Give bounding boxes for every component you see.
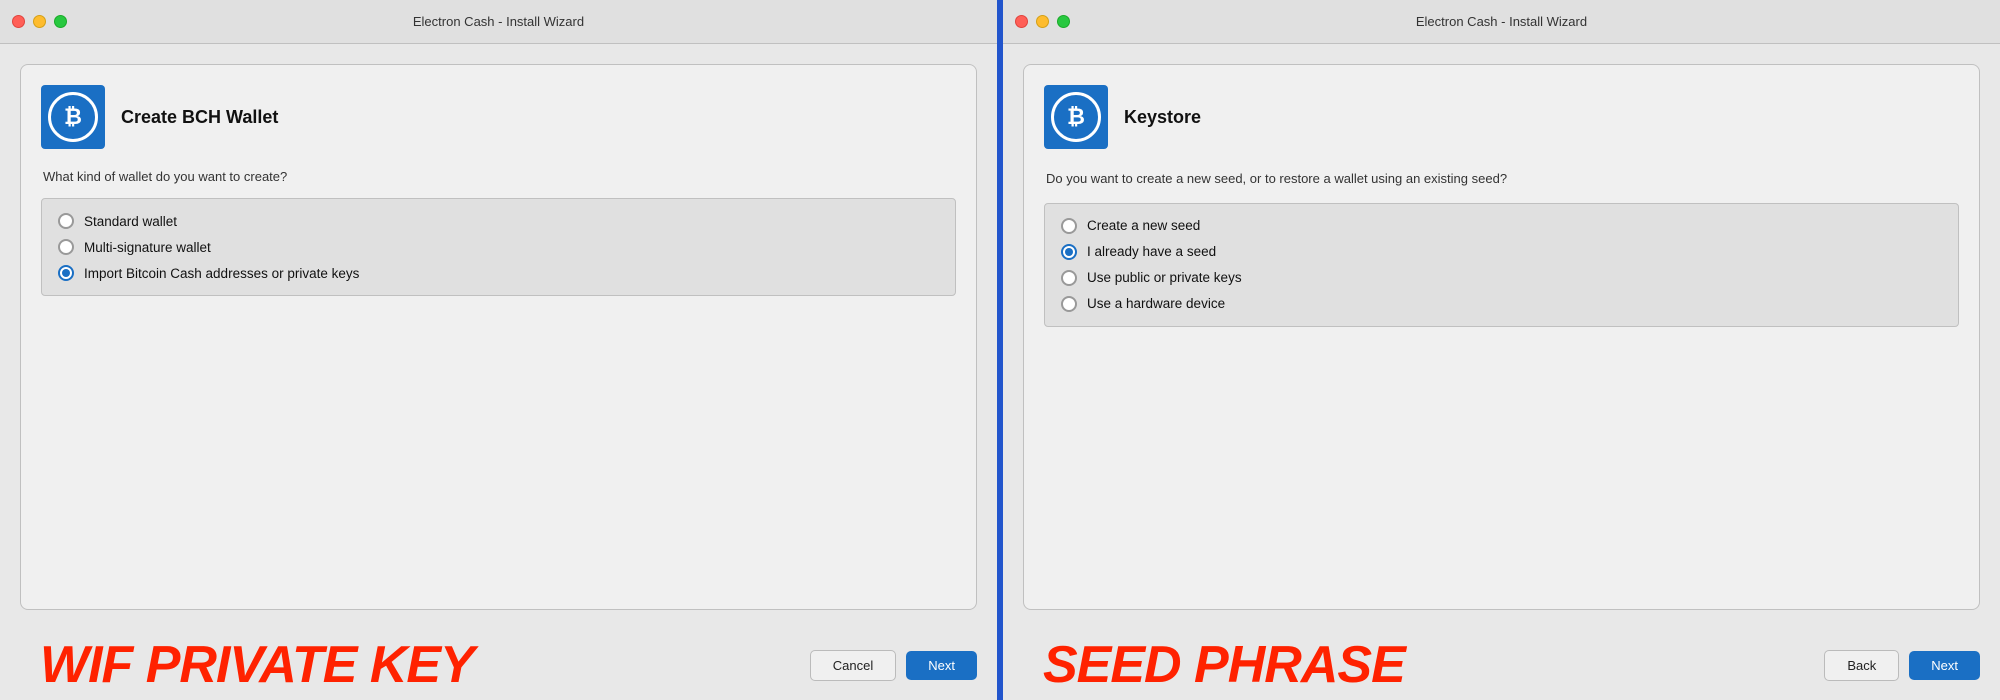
left-title-bar: Electron Cash - Install Wizard xyxy=(0,0,997,44)
right-question: Do you want to create a new seed, or to … xyxy=(1044,169,1564,189)
right-minimize-button[interactable] xyxy=(1036,15,1049,28)
left-dialog: ₿ Create BCH Wallet What kind of wallet … xyxy=(20,64,977,610)
right-label-area: SEED PHRASE xyxy=(1023,639,1814,691)
left-option-standard[interactable]: Standard wallet xyxy=(58,213,939,229)
left-dialog-header: ₿ Create BCH Wallet xyxy=(41,85,956,149)
left-options-box: Standard wallet Multi-signature wallet I… xyxy=(41,198,956,296)
left-next-button[interactable]: Next xyxy=(906,651,977,680)
right-radio-have-seed[interactable] xyxy=(1061,244,1077,260)
right-option-public-private[interactable]: Use public or private keys xyxy=(1061,270,1942,286)
right-bitcoin-symbol: ₿ xyxy=(1051,92,1101,142)
left-panel: Electron Cash - Install Wizard ₿ Create … xyxy=(0,0,997,700)
left-window-title: Electron Cash - Install Wizard xyxy=(413,14,584,29)
left-bitcoin-logo: ₿ xyxy=(41,85,105,149)
right-panel: Electron Cash - Install Wizard ₿ Keystor… xyxy=(1003,0,2000,700)
left-content: ₿ Create BCH Wallet What kind of wallet … xyxy=(0,44,997,630)
left-radio-standard[interactable] xyxy=(58,213,74,229)
right-content: ₿ Keystore Do you want to create a new s… xyxy=(1003,44,2000,630)
left-minimize-button[interactable] xyxy=(33,15,46,28)
right-dialog-header: ₿ Keystore xyxy=(1044,85,1959,149)
right-option-new-seed[interactable]: Create a new seed xyxy=(1061,218,1942,234)
right-radio-new-seed[interactable] xyxy=(1061,218,1077,234)
right-maximize-button[interactable] xyxy=(1057,15,1070,28)
left-maximize-button[interactable] xyxy=(54,15,67,28)
right-bitcoin-logo: ₿ xyxy=(1044,85,1108,149)
right-bottom-label: SEED PHRASE xyxy=(1043,636,1405,694)
left-dialog-title: Create BCH Wallet xyxy=(121,107,278,128)
left-radio-import[interactable] xyxy=(58,265,74,281)
left-option-multisig[interactable]: Multi-signature wallet xyxy=(58,239,939,255)
left-bitcoin-symbol: ₿ xyxy=(48,92,98,142)
right-dialog-title: Keystore xyxy=(1124,107,1201,128)
left-option-import[interactable]: Import Bitcoin Cash addresses or private… xyxy=(58,265,939,281)
left-traffic-lights xyxy=(12,15,67,28)
right-options-box: Create a new seed I already have a seed … xyxy=(1044,203,1959,327)
left-question: What kind of wallet do you want to creat… xyxy=(41,169,956,184)
left-bottom-bar: WIF PRIVATE KEY Cancel Next xyxy=(0,630,997,700)
left-cancel-button[interactable]: Cancel xyxy=(810,650,896,681)
left-label-area: WIF PRIVATE KEY xyxy=(20,639,800,691)
right-traffic-lights xyxy=(1015,15,1070,28)
right-window-title: Electron Cash - Install Wizard xyxy=(1416,14,1587,29)
left-bottom-label: WIF PRIVATE KEY xyxy=(40,636,474,694)
right-close-button[interactable] xyxy=(1015,15,1028,28)
right-title-bar: Electron Cash - Install Wizard xyxy=(1003,0,2000,44)
right-dialog: ₿ Keystore Do you want to create a new s… xyxy=(1023,64,1980,610)
right-back-button[interactable]: Back xyxy=(1824,650,1899,681)
left-close-button[interactable] xyxy=(12,15,25,28)
left-radio-multisig[interactable] xyxy=(58,239,74,255)
right-radio-hardware[interactable] xyxy=(1061,296,1077,312)
right-option-have-seed[interactable]: I already have a seed xyxy=(1061,244,1942,260)
right-next-button[interactable]: Next xyxy=(1909,651,1980,680)
right-option-hardware[interactable]: Use a hardware device xyxy=(1061,296,1942,312)
right-radio-public-private[interactable] xyxy=(1061,270,1077,286)
right-bottom-bar: SEED PHRASE Back Next xyxy=(1003,630,2000,700)
